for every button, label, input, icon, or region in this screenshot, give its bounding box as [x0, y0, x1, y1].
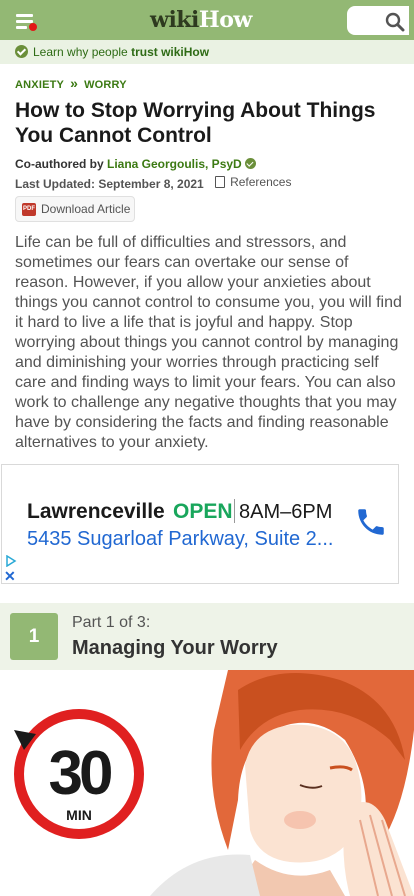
advertisement[interactable]: Lawrenceville OPEN 8AM–6PM 5435 Sugarloa… — [1, 464, 399, 584]
person-figure — [150, 670, 414, 896]
breadcrumb-separator: » — [70, 75, 79, 91]
trust-banner[interactable]: Learn why people trust wikiHow — [0, 40, 414, 64]
last-updated: Last Updated: September 8, 2021 Referenc… — [15, 175, 291, 191]
wikihow-logo[interactable]: wikiHow — [150, 5, 252, 35]
ad-address[interactable]: 5435 Sugarloaf Parkway, Suite 2... — [27, 528, 333, 551]
illustration-image: 30 MIN — [14, 670, 414, 896]
logo-how: How — [198, 7, 252, 33]
author-link[interactable]: Liana Georgoulis, PsyD — [107, 157, 242, 171]
timer-value: 30 — [49, 739, 111, 808]
ad-open-status: OPEN — [173, 500, 233, 523]
part-header: 1 Part 1 of 3: Managing Your Worry — [0, 603, 414, 670]
step-illustration[interactable]: 30 MIN — [0, 670, 414, 896]
ad-divider — [234, 499, 235, 523]
ad-business-name[interactable]: Lawrenceville — [27, 500, 165, 524]
breadcrumb: ANXIETY » WORRY — [15, 75, 127, 91]
ad-close-icon[interactable]: ✕ — [4, 569, 16, 583]
coauthor-line: Co-authored by Liana Georgoulis, PsyD — [15, 157, 256, 171]
breadcrumb-anxiety[interactable]: ANXIETY — [15, 79, 64, 91]
ad-hours: 8AM–6PM — [239, 501, 333, 523]
logo-wiki: wiki — [150, 7, 199, 33]
search-input[interactable] — [347, 6, 409, 35]
check-icon — [15, 45, 28, 58]
verified-icon — [244, 158, 256, 169]
download-article-button[interactable]: PDF Download Article — [15, 196, 135, 222]
breadcrumb-worry[interactable]: WORRY — [84, 79, 127, 91]
part-number: 1 — [10, 613, 58, 660]
notification-dot — [29, 23, 37, 31]
references-icon — [215, 176, 226, 188]
coauthored-label: Co-authored by — [15, 157, 107, 171]
phone-icon[interactable] — [354, 505, 388, 539]
updated-text: Last Updated: September 8, 2021 — [15, 177, 204, 191]
timer-icon: 30 MIN — [14, 709, 144, 839]
part-title: Managing Your Worry — [72, 637, 278, 659]
site-header: wikiHow — [0, 0, 414, 40]
timer-unit: MIN — [66, 807, 92, 823]
adchoices-icon[interactable] — [5, 555, 17, 567]
references-link[interactable]: References — [215, 175, 291, 189]
search-icon[interactable] — [385, 12, 405, 32]
trust-bold: trust wikiHow — [131, 45, 210, 59]
article-title: How to Stop Worrying About Things You Ca… — [15, 99, 376, 147]
trust-text: Learn why people — [33, 45, 132, 59]
download-label: Download Article — [41, 202, 131, 216]
references-label: References — [230, 175, 292, 189]
menu-icon-bar — [16, 26, 27, 29]
menu-icon — [16, 14, 33, 17]
article-intro: Life can be full of difficulties and str… — [15, 234, 402, 451]
menu-button[interactable] — [12, 10, 38, 32]
part-label: Part 1 of 3: — [72, 614, 151, 631]
pdf-icon: PDF — [22, 203, 36, 216]
